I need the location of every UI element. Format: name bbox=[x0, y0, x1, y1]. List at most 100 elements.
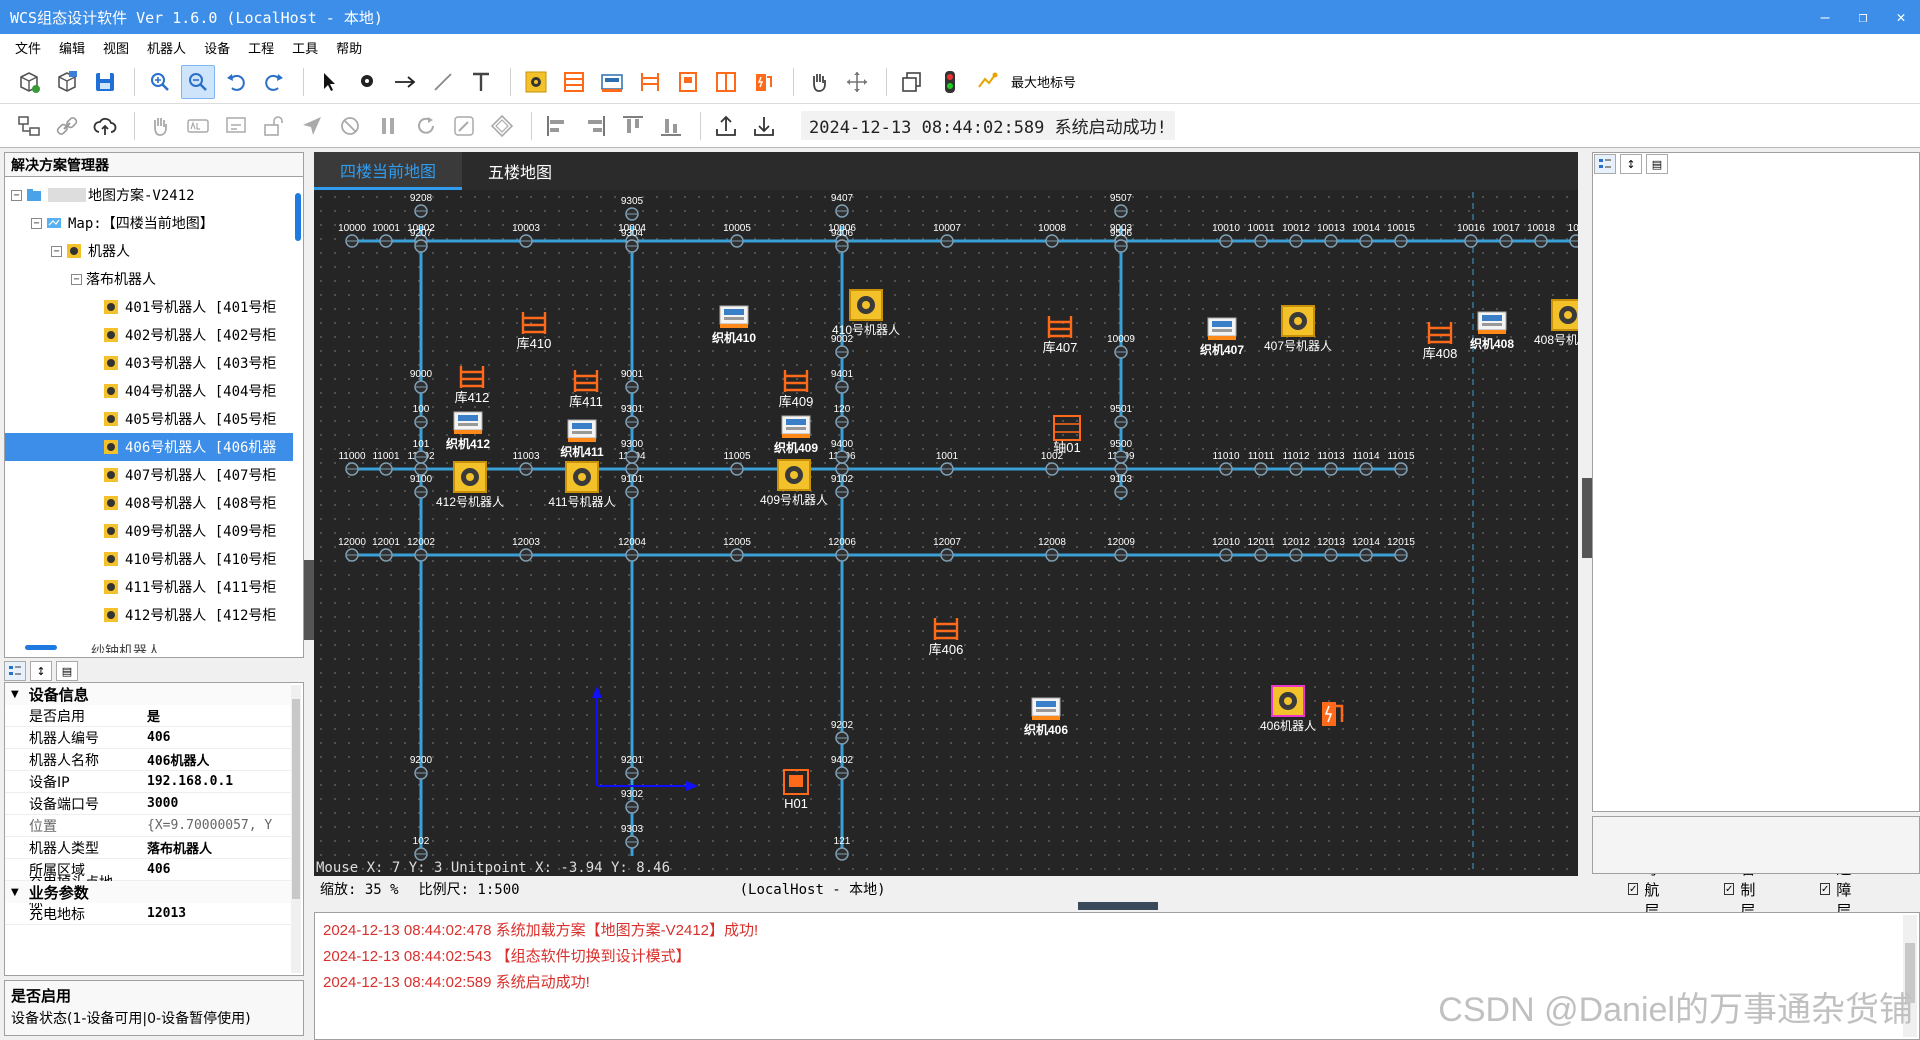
add-charger-button[interactable] bbox=[747, 65, 781, 99]
prop-category-business[interactable]: ▼ 业务参数 bbox=[5, 881, 291, 903]
path-button[interactable] bbox=[485, 109, 519, 143]
tab-floor4-map[interactable]: 四楼当前地图 bbox=[314, 152, 463, 190]
pan-tool-button[interactable] bbox=[802, 65, 836, 99]
map-svg[interactable]: 10000 10001 10002 10003 10004 10005 10006 10007… bbox=[314, 190, 1578, 876]
locate-button[interactable] bbox=[295, 109, 329, 143]
tree-robot-item[interactable]: 405号机器人 [405号柜 bbox=[5, 405, 293, 433]
prop-row[interactable]: 机器人名称 406机器人 bbox=[5, 749, 291, 771]
align-right-button[interactable] bbox=[578, 109, 612, 143]
loom-machine-icon[interactable] bbox=[1477, 311, 1507, 334]
collapse-caret-icon[interactable]: ▼ bbox=[11, 689, 19, 700]
collapse-icon[interactable]: − bbox=[71, 273, 82, 285]
menu-device[interactable]: 设备 bbox=[195, 38, 239, 57]
minimize-button[interactable]: — bbox=[1806, 0, 1844, 34]
log-splitter-handle[interactable] bbox=[1078, 902, 1158, 910]
elevator-icon[interactable] bbox=[783, 769, 809, 795]
loom-machine-icon[interactable] bbox=[781, 415, 811, 438]
tree-robot-item[interactable]: 409号机器人 [409号柜 bbox=[5, 517, 293, 545]
redo-button[interactable] bbox=[257, 65, 291, 99]
add-loom-button[interactable] bbox=[595, 65, 629, 99]
axis-rack-icon[interactable] bbox=[1053, 415, 1081, 441]
tab-floor5-map[interactable]: 五楼地图 bbox=[462, 152, 578, 190]
tree-robot-item[interactable]: 404号机器人 [404号柜 bbox=[5, 377, 293, 405]
edit-button[interactable] bbox=[447, 109, 481, 143]
categorized-button[interactable] bbox=[4, 661, 26, 681]
line-tool-button[interactable] bbox=[426, 65, 460, 99]
traffic-light-button[interactable] bbox=[933, 65, 967, 99]
collapse-icon[interactable]: − bbox=[51, 245, 62, 257]
add-lift-button[interactable] bbox=[671, 65, 705, 99]
tree-robot-item[interactable]: 401号机器人 [401号柜 bbox=[5, 293, 293, 321]
zoom-out-button[interactable] bbox=[181, 64, 215, 99]
robot-icon[interactable] bbox=[1271, 685, 1305, 717]
menu-tools[interactable]: 工具 bbox=[283, 38, 327, 57]
storage-rack-icon[interactable] bbox=[1427, 322, 1453, 344]
disable-button[interactable] bbox=[333, 109, 367, 143]
tree-horizontal-scrollbar[interactable] bbox=[25, 645, 265, 651]
tree-robot-item[interactable]: 407号机器人 [407号柜 bbox=[5, 461, 293, 489]
prop-row-charge-mark[interactable]: 充电地标 12013 bbox=[5, 903, 291, 925]
add-door-button[interactable] bbox=[709, 65, 743, 99]
storage-rack-icon[interactable] bbox=[1047, 316, 1073, 338]
move-tool-button[interactable] bbox=[840, 65, 874, 99]
manual-button[interactable] bbox=[143, 109, 177, 143]
robot-icon[interactable] bbox=[565, 461, 599, 493]
storage-rack-icon[interactable] bbox=[933, 618, 959, 640]
prop-row[interactable]: 机器人编号 406 bbox=[5, 727, 291, 749]
menu-view[interactable]: 视图 bbox=[94, 38, 138, 57]
new-solution-button[interactable] bbox=[12, 65, 46, 99]
storage-rack-icon[interactable] bbox=[783, 370, 809, 392]
robot-icon[interactable] bbox=[849, 289, 883, 321]
tree-robot-item[interactable]: 408号机器人 [408号柜 bbox=[5, 489, 293, 517]
left-panel-splitter[interactable] bbox=[304, 560, 314, 640]
tree-root[interactable]: − 地图方案-V2412 bbox=[5, 181, 293, 209]
add-rack-button[interactable] bbox=[633, 65, 667, 99]
link-button[interactable] bbox=[50, 109, 84, 143]
mark-tool-button[interactable] bbox=[350, 65, 384, 99]
robot-icon[interactable] bbox=[777, 459, 811, 491]
loom-machine-icon[interactable] bbox=[719, 305, 749, 328]
loom-machine-icon[interactable] bbox=[567, 419, 597, 442]
undo-button[interactable] bbox=[219, 65, 253, 99]
checkbox-checked-icon[interactable]: ✓ bbox=[1724, 883, 1735, 895]
tree-vertical-scrollbar[interactable] bbox=[295, 183, 301, 643]
property-pages-button[interactable]: ▤ bbox=[56, 661, 78, 681]
upload-cloud-button[interactable] bbox=[88, 109, 122, 143]
arrow-tool-button[interactable] bbox=[388, 65, 422, 99]
menu-robot[interactable]: 机器人 bbox=[138, 38, 195, 57]
open-solution-button[interactable] bbox=[50, 65, 84, 99]
tree-robot-item[interactable]: 412号机器人 [412号柜 bbox=[5, 601, 293, 629]
network-button[interactable] bbox=[12, 109, 46, 143]
right-sort-az-button[interactable]: ↕ bbox=[1620, 154, 1642, 174]
maximize-button[interactable]: ❐ bbox=[1844, 0, 1882, 34]
tree-robot-item[interactable]: 402号机器人 [402号柜 bbox=[5, 321, 293, 349]
import-button[interactable] bbox=[747, 109, 781, 143]
add-storage-button[interactable] bbox=[557, 65, 591, 99]
tree-map-node[interactable]: − Map:【四楼当前地图】 bbox=[5, 209, 293, 237]
tree-cloth-robots-node[interactable]: − 落布机器人 bbox=[5, 265, 293, 293]
align-left-button[interactable] bbox=[540, 109, 574, 143]
refresh-button[interactable] bbox=[409, 109, 443, 143]
close-button[interactable]: ✕ bbox=[1882, 0, 1920, 34]
tree-robot-item[interactable]: 406号机器人 [406机器 bbox=[5, 433, 293, 461]
prop-row[interactable]: 位置 {X=9.70000057, Y bbox=[5, 815, 291, 837]
checkbox-checked-icon[interactable]: ✓ bbox=[1820, 883, 1831, 895]
tree-robot-item[interactable]: 411号机器人 [411号柜 bbox=[5, 573, 293, 601]
storage-rack-icon[interactable] bbox=[573, 370, 599, 392]
storage-rack-icon[interactable] bbox=[459, 366, 485, 388]
robot-icon[interactable] bbox=[453, 461, 487, 493]
export-button[interactable] bbox=[709, 109, 743, 143]
sort-az-button[interactable]: ↕ bbox=[30, 661, 52, 681]
prop-category-device[interactable]: ▼ 设备信息 bbox=[5, 683, 291, 705]
tree-robots-node[interactable]: − 机器人 bbox=[5, 237, 293, 265]
prop-row[interactable]: 设备IP 192.168.0.1 bbox=[5, 771, 291, 793]
save-button[interactable] bbox=[88, 65, 122, 99]
collapse-icon[interactable]: − bbox=[11, 189, 22, 201]
right-property-pages-button[interactable]: ▤ bbox=[1646, 154, 1668, 174]
menu-edit[interactable]: 编辑 bbox=[50, 38, 94, 57]
prop-row[interactable]: 机器人类型 落布机器人 bbox=[5, 837, 291, 859]
menu-project[interactable]: 工程 bbox=[239, 38, 283, 57]
select-tool-button[interactable] bbox=[312, 65, 346, 99]
align-bottom-button[interactable] bbox=[654, 109, 688, 143]
loom-machine-icon[interactable] bbox=[1207, 317, 1237, 340]
